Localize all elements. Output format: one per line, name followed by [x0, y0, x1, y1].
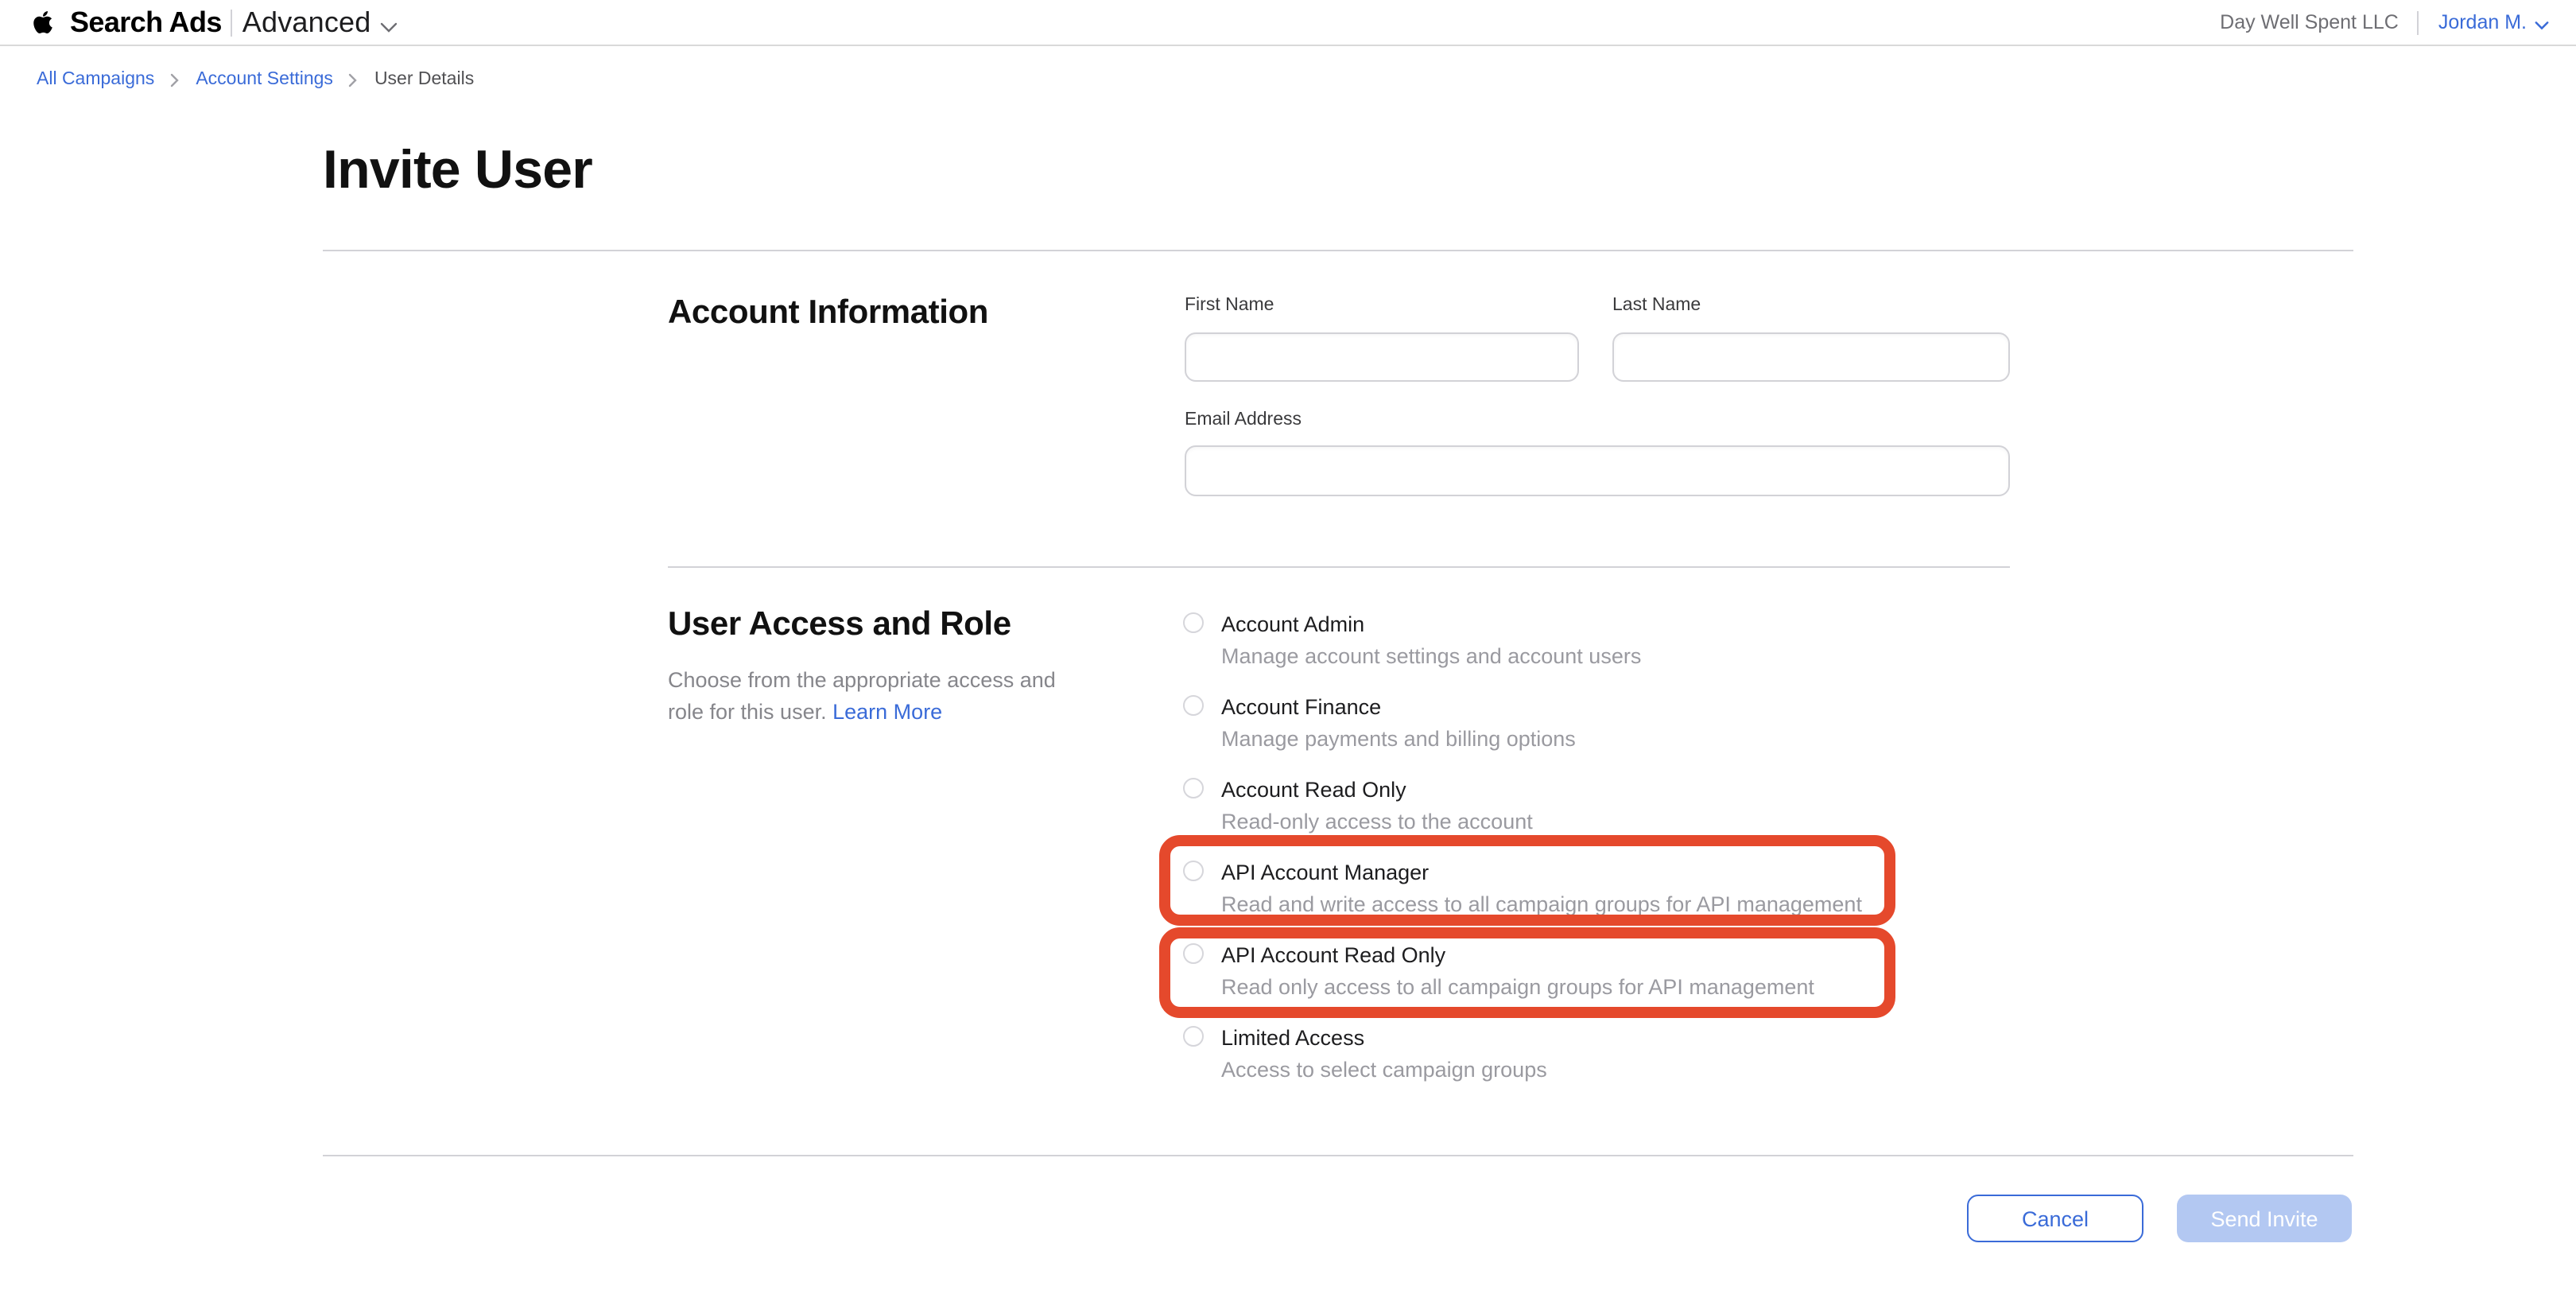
email-field[interactable] — [1185, 445, 2010, 496]
send-invite-button[interactable]: Send Invite — [2177, 1195, 2352, 1242]
role-option-label: Account Finance — [1221, 694, 2026, 722]
user-access-description: Choose from the appropriate access and r… — [668, 665, 1069, 727]
role-option-label: Account Admin — [1221, 611, 2026, 639]
product-switcher[interactable]: Advanced — [242, 4, 398, 41]
radio-button[interactable] — [1183, 943, 1204, 964]
user-name: Jordan M. — [2438, 11, 2527, 33]
first-name-label: First Name — [1185, 296, 1274, 315]
role-option-description: Read-only access to the account — [1221, 808, 2026, 837]
learn-more-link[interactable]: Learn More — [832, 699, 942, 723]
nav-divider — [231, 9, 233, 36]
email-address-label: Email Address — [1185, 410, 1302, 429]
role-options-list: Account Admin Manage account settings an… — [1183, 611, 2026, 1107]
radio-button[interactable] — [1183, 861, 1204, 881]
role-option-description: Access to select campaign groups — [1221, 1056, 2026, 1085]
nav-right: Day Well Spent LLC Jordan M. — [2220, 10, 2549, 34]
role-option-api-account-read-only[interactable]: API Account Read Only Read only access t… — [1183, 942, 2026, 1002]
footer-divider — [323, 1155, 2353, 1156]
account-information-heading: Account Information — [668, 294, 988, 332]
breadcrumb-all-campaigns[interactable]: All Campaigns — [37, 70, 154, 89]
last-name-label: Last Name — [1612, 296, 1701, 315]
role-option-account-read-only[interactable]: Account Read Only Read-only access to th… — [1183, 776, 2026, 837]
breadcrumb: All Campaigns Account Settings User Deta… — [37, 70, 474, 89]
apple-logo-icon — [32, 10, 54, 35]
org-name: Day Well Spent LLC — [2220, 11, 2399, 33]
brand-area: Search Ads — [32, 6, 222, 39]
chevron-down-icon — [2535, 12, 2549, 34]
title-divider — [323, 250, 2353, 251]
role-option-account-admin[interactable]: Account Admin Manage account settings an… — [1183, 611, 2026, 671]
radio-button[interactable] — [1183, 695, 1204, 716]
role-option-api-account-manager[interactable]: API Account Manager Read and write acces… — [1183, 859, 2026, 919]
page-title: Invite User — [323, 140, 592, 202]
role-option-description: Read and write access to all campaign gr… — [1221, 891, 2026, 919]
role-option-label: API Account Read Only — [1221, 942, 2026, 970]
radio-button[interactable] — [1183, 778, 1204, 798]
user-access-heading: User Access and Role — [668, 606, 1011, 644]
product-name: Advanced — [242, 6, 371, 39]
role-option-label: API Account Manager — [1221, 859, 2026, 888]
brand-name: Search Ads — [70, 6, 222, 39]
role-option-description: Read only access to all campaign groups … — [1221, 973, 2026, 1002]
nav-divider — [2418, 10, 2419, 34]
top-nav: Search Ads Advanced Day Well Spent LLC J… — [0, 0, 2576, 46]
invite-user-page: Search Ads Advanced Day Well Spent LLC J… — [0, 0, 2576, 1290]
role-option-limited-access[interactable]: Limited Access Access to select campaign… — [1183, 1024, 2026, 1085]
role-option-label: Account Read Only — [1221, 776, 2026, 805]
section-divider — [668, 566, 2010, 568]
role-option-description: Manage payments and billing options — [1221, 725, 2026, 754]
chevron-right-icon — [170, 72, 180, 87]
breadcrumb-account-settings[interactable]: Account Settings — [196, 70, 333, 89]
cancel-button[interactable]: Cancel — [1967, 1195, 2143, 1242]
breadcrumb-user-details: User Details — [374, 70, 474, 89]
chevron-right-icon — [349, 72, 359, 87]
first-name-field[interactable] — [1185, 332, 1579, 382]
user-menu[interactable]: Jordan M. — [2438, 10, 2549, 34]
radio-button[interactable] — [1183, 1026, 1204, 1047]
role-option-account-finance[interactable]: Account Finance Manage payments and bill… — [1183, 694, 2026, 754]
role-option-label: Limited Access — [1221, 1024, 2026, 1053]
chevron-down-icon — [381, 7, 398, 41]
last-name-field[interactable] — [1612, 332, 2010, 382]
role-option-description: Manage account settings and account user… — [1221, 643, 2026, 671]
radio-button[interactable] — [1183, 612, 1204, 633]
